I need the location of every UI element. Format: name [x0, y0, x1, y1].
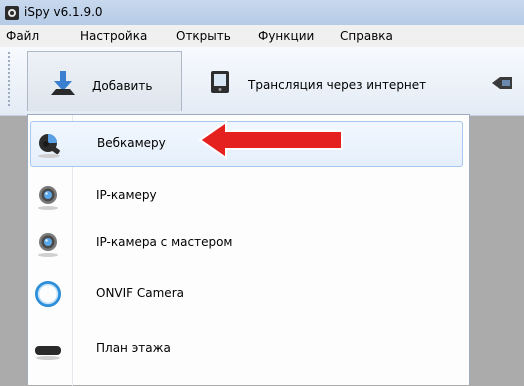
- menu-help[interactable]: Справка: [340, 29, 393, 43]
- more-toolbar-icon[interactable]: [492, 75, 512, 91]
- menu-item-floor-plan[interactable]: План этажа: [30, 327, 463, 373]
- title-bar: iSpy v6.1.9.0: [0, 0, 524, 25]
- download-arrow-icon: [51, 71, 75, 95]
- menu-functions[interactable]: Функции: [258, 29, 314, 43]
- webcam-app-icon: [5, 6, 19, 20]
- menu-bar: Файл Настройка Открыть Функции Справка: [0, 25, 524, 48]
- menu-file[interactable]: Файл: [6, 29, 39, 43]
- floor-plan-icon: [35, 346, 61, 360]
- broadcast-button-label: Трансляция через интернет: [248, 78, 427, 92]
- webcam-icon: [38, 134, 60, 158]
- menu-item-label: IP-камеру: [96, 188, 157, 202]
- toolbar-grip[interactable]: [7, 51, 11, 107]
- menu-item-label: План этажа: [96, 341, 171, 355]
- window-title: iSpy v6.1.9.0: [24, 5, 103, 19]
- menu-settings[interactable]: Настройка: [80, 29, 147, 43]
- menu-item-label: ONVIF Camera: [96, 286, 184, 300]
- menu-item-label: IP-камера с мастером: [96, 235, 233, 249]
- menu-item-ip-camera-wizard[interactable]: IP-камера с мастером: [30, 221, 463, 267]
- broadcast-icon: [211, 71, 229, 93]
- menu-item-ip-camera[interactable]: IP-камеру: [30, 174, 463, 220]
- menu-open[interactable]: Открыть: [176, 29, 231, 43]
- onvif-camera-icon: [35, 281, 61, 307]
- menu-item-onvif-camera[interactable]: ONVIF Camera: [30, 272, 463, 318]
- ip-camera-icon: [38, 186, 58, 210]
- toolbar: Добавить Трансляция через интернет: [0, 47, 524, 116]
- red-arrow-annotation: [198, 120, 343, 160]
- menu-item-label: Вебкамеру: [97, 136, 166, 150]
- add-button-label: Добавить: [92, 79, 153, 93]
- add-button[interactable]: Добавить: [27, 51, 182, 111]
- ip-camera-wizard-icon: [38, 233, 58, 257]
